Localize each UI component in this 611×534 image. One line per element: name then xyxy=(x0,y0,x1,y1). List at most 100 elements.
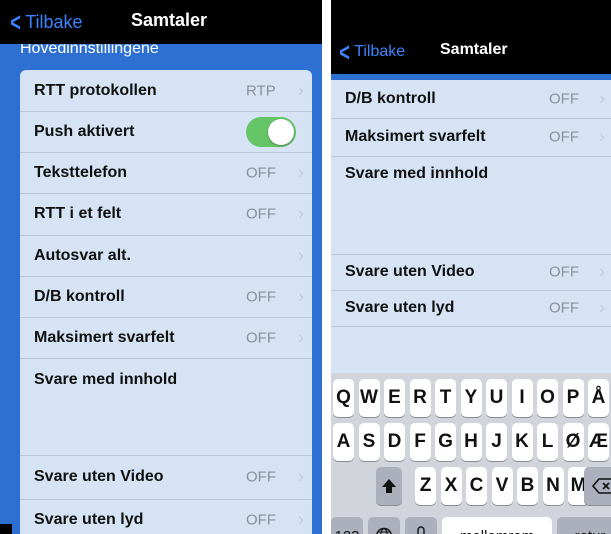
row-label: D/B kontroll xyxy=(345,90,436,107)
row-label: Teksttelefon xyxy=(34,163,128,181)
key-j[interactable]: J xyxy=(486,423,507,461)
key-x[interactable]: X xyxy=(440,467,462,505)
row-value: OFF xyxy=(549,90,579,108)
globe-key[interactable] xyxy=(368,517,400,534)
globe-icon xyxy=(376,527,392,534)
key-s[interactable]: S xyxy=(358,423,380,461)
microphone-icon xyxy=(417,526,425,534)
keyboard: QWERTYUIOPÅ ASDFGHJKLØÆ ZXCVBNM 123 mell… xyxy=(331,373,611,534)
chevron-left-icon: < xyxy=(10,7,21,37)
chevron-right-icon: › xyxy=(599,261,605,282)
page-title: Samtaler xyxy=(440,41,508,58)
key-r[interactable]: R xyxy=(409,379,431,417)
row-answer-without-sound[interactable]: Svare uten lyd OFF › xyxy=(20,499,312,534)
row-rtt-field[interactable]: RTT i et felt OFF › xyxy=(20,193,312,236)
key-h[interactable]: H xyxy=(460,423,482,461)
row-text-telephone[interactable]: Teksttelefon OFF › xyxy=(20,152,312,194)
row-answer-with-content[interactable]: Svare med innhold xyxy=(331,156,611,255)
row-value: OFF xyxy=(549,299,579,317)
row-label: Svare uten Video xyxy=(34,468,164,485)
row-label: Svare uten lyd xyxy=(34,511,144,528)
row-label: Svare uten Video xyxy=(345,263,475,280)
key-w[interactable]: W xyxy=(358,379,380,417)
row-label: Maksimert svarfelt xyxy=(34,328,175,346)
microphone-key[interactable] xyxy=(405,517,437,534)
row-maximized-answer-field[interactable]: Maksimert svarfelt OFF › xyxy=(20,317,312,359)
key-u[interactable]: U xyxy=(486,379,507,417)
row-label: RTT protokollen xyxy=(34,81,157,99)
row-value: OFF xyxy=(549,263,579,281)
row-label: RTT i et felt xyxy=(34,205,122,222)
section-header-label: Hovedinnstillingene xyxy=(20,44,159,57)
row-answer-with-content[interactable]: Svare med innhold xyxy=(20,358,312,456)
row-label: Svare uten lyd xyxy=(345,299,455,316)
back-button[interactable]: < Tilbake xyxy=(337,39,405,65)
space-key[interactable]: mellomrom xyxy=(442,517,552,534)
settings-list: D/B kontroll OFF › Maksimert svarfelt OF… xyxy=(331,80,611,380)
chevron-right-icon: › xyxy=(298,245,304,265)
row-answer-without-video[interactable]: Svare uten Video OFF › xyxy=(331,254,611,291)
key-t[interactable]: T xyxy=(435,379,456,417)
key-n[interactable]: N xyxy=(542,467,564,505)
key-k[interactable]: K xyxy=(511,423,533,461)
numbers-key[interactable]: 123 xyxy=(331,517,363,534)
key-ø[interactable]: Ø xyxy=(562,423,584,461)
key-a[interactable]: A xyxy=(333,423,354,461)
shift-key[interactable] xyxy=(376,467,402,505)
row-db-control[interactable]: D/B kontroll OFF › xyxy=(331,80,611,119)
row-value: OFF xyxy=(246,329,276,346)
row-value: RTP xyxy=(246,82,276,99)
row-label: Svare med innhold xyxy=(34,371,178,388)
back-button[interactable]: < Tilbake xyxy=(8,7,82,37)
chevron-right-icon: › xyxy=(298,509,304,530)
row-label: Push aktivert xyxy=(34,122,135,140)
row-value: OFF xyxy=(246,164,276,181)
key-g[interactable]: G xyxy=(435,423,456,461)
return-key[interactable]: retur xyxy=(557,517,611,534)
page-title: Samtaler xyxy=(131,10,208,30)
key-c[interactable]: C xyxy=(466,467,487,505)
chevron-right-icon: › xyxy=(599,88,605,109)
key-v[interactable]: V xyxy=(491,467,513,505)
key-o[interactable]: O xyxy=(537,379,558,417)
settings-list: RTT protokollen RTP › Push aktivert Teks… xyxy=(20,70,312,534)
row-db-control[interactable]: D/B kontroll OFF › xyxy=(20,276,312,318)
chevron-right-icon: › xyxy=(599,126,605,147)
screen-edge xyxy=(0,524,12,534)
row-label: Svare med innhold xyxy=(345,165,489,182)
chevron-right-icon: › xyxy=(599,297,605,318)
key-z[interactable]: Z xyxy=(415,467,436,505)
row-maximized-answer-field[interactable]: Maksimert svarfelt OFF › xyxy=(331,118,611,157)
row-value: OFF xyxy=(246,468,276,486)
left-screen: < Tilbake Samtaler Hovedinnstillingene R… xyxy=(0,0,322,534)
key-e[interactable]: E xyxy=(384,379,405,417)
row-rtt-protocol[interactable]: RTT protokollen RTP › xyxy=(20,70,312,112)
row-answer-without-sound[interactable]: Svare uten lyd OFF › xyxy=(331,290,611,327)
key-y[interactable]: Y xyxy=(460,379,482,417)
row-value: OFF xyxy=(246,205,276,223)
chevron-left-icon: < xyxy=(339,37,350,67)
key-q[interactable]: Q xyxy=(333,379,354,417)
row-answer-without-video[interactable]: Svare uten Video OFF › xyxy=(20,455,312,500)
chevron-right-icon: › xyxy=(298,327,304,347)
key-d[interactable]: D xyxy=(384,423,405,461)
key-l[interactable]: L xyxy=(537,423,558,461)
key-p[interactable]: P xyxy=(562,379,584,417)
push-toggle[interactable] xyxy=(246,116,296,147)
row-label: Autosvar alt. xyxy=(34,246,131,264)
row-label: D/B kontroll xyxy=(34,287,125,305)
key-å[interactable]: Å xyxy=(588,379,609,417)
row-autoanswer[interactable]: Autosvar alt. › xyxy=(20,235,312,277)
backspace-key[interactable] xyxy=(584,467,611,505)
chevron-right-icon: › xyxy=(298,203,304,224)
key-æ[interactable]: Æ xyxy=(588,423,609,461)
chevron-right-icon: › xyxy=(298,162,304,182)
section-header: Hovedinnstillingene xyxy=(20,44,322,64)
chevron-right-icon: › xyxy=(298,466,304,487)
key-f[interactable]: F xyxy=(409,423,431,461)
shift-icon xyxy=(382,479,396,493)
backspace-icon xyxy=(592,478,611,494)
row-push-enabled: Push aktivert xyxy=(20,111,312,153)
key-i[interactable]: I xyxy=(511,379,533,417)
key-b[interactable]: B xyxy=(517,467,538,505)
